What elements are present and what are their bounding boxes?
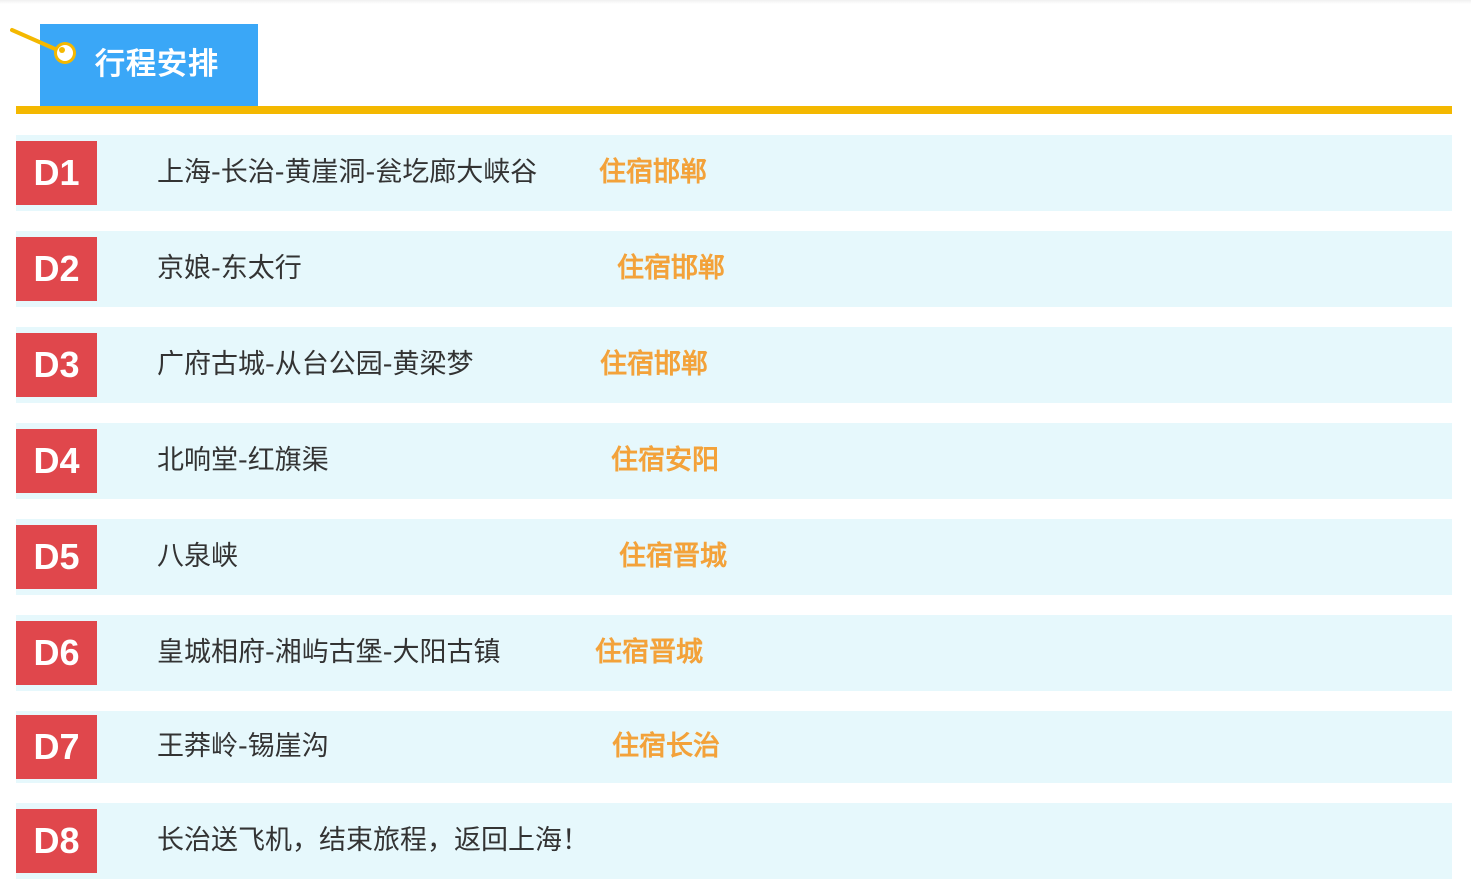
itinerary-row-d5: D5 八泉峡 住宿晋城 [16, 519, 1452, 595]
day-route: 王莽岭-锡崖沟 [157, 731, 329, 762]
day-accommodation: 住宿邯郸 [600, 349, 708, 380]
day-accommodation: 住宿邯郸 [617, 253, 725, 284]
day-accommodation: 住宿安阳 [611, 445, 719, 476]
day-badge: D3 [16, 333, 97, 397]
top-divider-shadow [0, 0, 1471, 4]
itinerary-row-d7: D7 王莽岭-锡崖沟 住宿长治 [16, 711, 1452, 783]
day-route: 北响堂-红旗渠 [157, 445, 329, 476]
day-route: 皇城相府-湘屿古堡-大阳古镇 [157, 637, 501, 668]
day-route: 八泉峡 [157, 541, 238, 572]
pin-icon [10, 28, 76, 64]
day-badge: D2 [16, 237, 97, 301]
day-route: 京娘-东太行 [157, 253, 302, 284]
itinerary-row-d6: D6 皇城相府-湘屿古堡-大阳古镇 住宿晋城 [16, 615, 1452, 691]
day-badge: D5 [16, 525, 97, 589]
day-accommodation: 住宿晋城 [619, 541, 727, 572]
itinerary-row-d8: D8 长治送飞机，结束旅程，返回上海！ [16, 803, 1452, 879]
itinerary-row-d4: D4 北响堂-红旗渠 住宿安阳 [16, 423, 1452, 499]
day-route: 上海-长治-黄崖洞-瓮圪廊大峡谷 [157, 157, 538, 188]
itinerary-row-d1: D1 上海-长治-黄崖洞-瓮圪廊大峡谷 住宿邯郸 [16, 135, 1452, 211]
section-title: 行程安排 [95, 47, 219, 82]
day-badge: D6 [16, 621, 97, 685]
day-accommodation: 住宿长治 [612, 731, 720, 762]
day-route: 广府古城-从台公园-黄梁梦 [157, 349, 474, 380]
day-badge: D1 [16, 141, 97, 205]
day-badge: D7 [16, 715, 97, 779]
itinerary-row-d3: D3 广府古城-从台公园-黄梁梦 住宿邯郸 [16, 327, 1452, 403]
day-accommodation: 住宿晋城 [595, 637, 703, 668]
day-accommodation: 住宿邯郸 [599, 157, 707, 188]
section-underline [16, 106, 1452, 114]
day-route: 长治送飞机，结束旅程，返回上海！ [157, 825, 589, 856]
itinerary-row-d2: D2 京娘-东太行 住宿邯郸 [16, 231, 1452, 307]
day-badge: D4 [16, 429, 97, 493]
day-badge: D8 [16, 809, 97, 873]
